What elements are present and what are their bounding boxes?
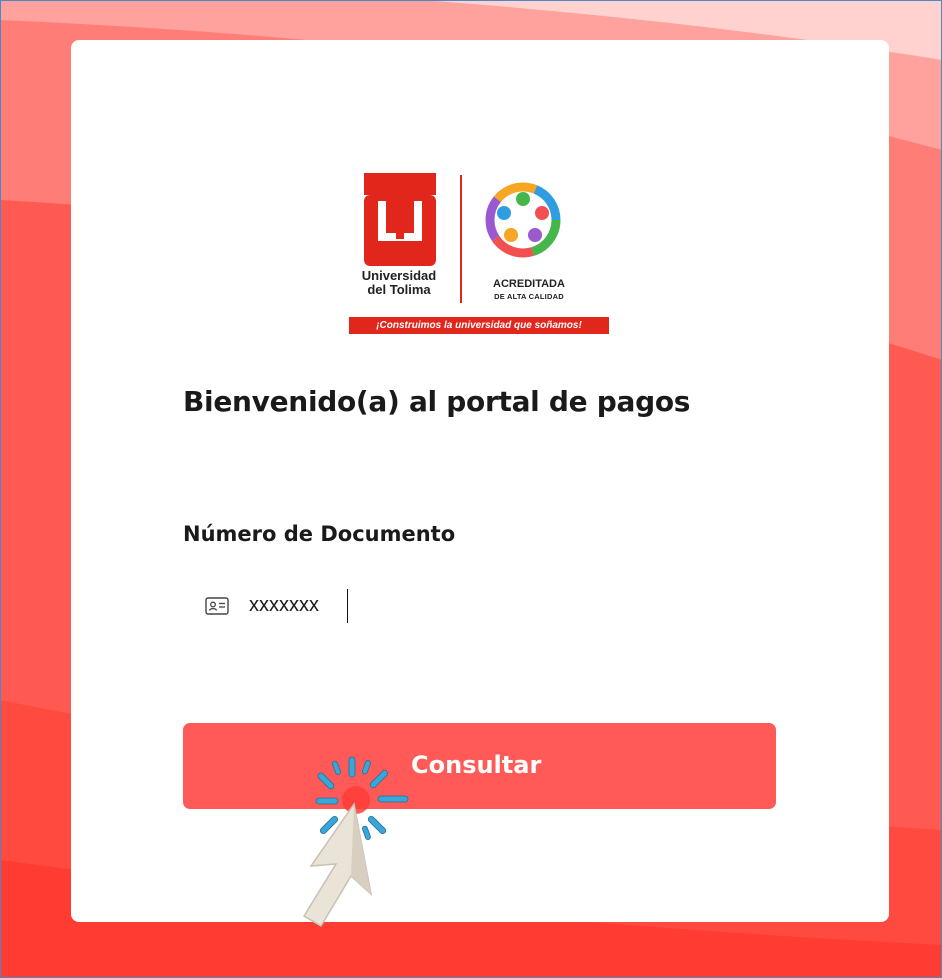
university-name-line2: del Tolima [367, 282, 431, 297]
consultar-button[interactable]: Consultar [183, 723, 776, 809]
accreditation-title: ACREDITADA [493, 278, 565, 290]
logo-divider [460, 175, 462, 303]
consultar-button-label: Consultar [411, 751, 542, 779]
document-number-input[interactable] [249, 588, 809, 622]
slogan-banner: ¡Construimos la universidad que soñamos! [349, 317, 609, 334]
accreditation-text: ACREDITADA DE ALTA CALIDAD [474, 279, 584, 302]
text-caret [347, 589, 348, 623]
page-title: Bienvenido(a) al portal de pagos [183, 385, 691, 418]
ut-logo-mark [364, 173, 436, 266]
id-card-icon [205, 597, 229, 615]
document-number-label: Número de Documento [183, 522, 456, 546]
login-card: Universidad del Tolima ACREDITADA DE ALT… [71, 40, 889, 928]
accreditation-seal-icon [485, 182, 561, 258]
accreditation-subtitle: DE ALTA CALIDAD [494, 292, 564, 301]
university-logo: Universidad del Tolima ACREDITADA DE ALT… [349, 170, 611, 340]
university-name-line1: Universidad [361, 268, 437, 283]
university-name: Universidad del Tolima [349, 269, 449, 297]
